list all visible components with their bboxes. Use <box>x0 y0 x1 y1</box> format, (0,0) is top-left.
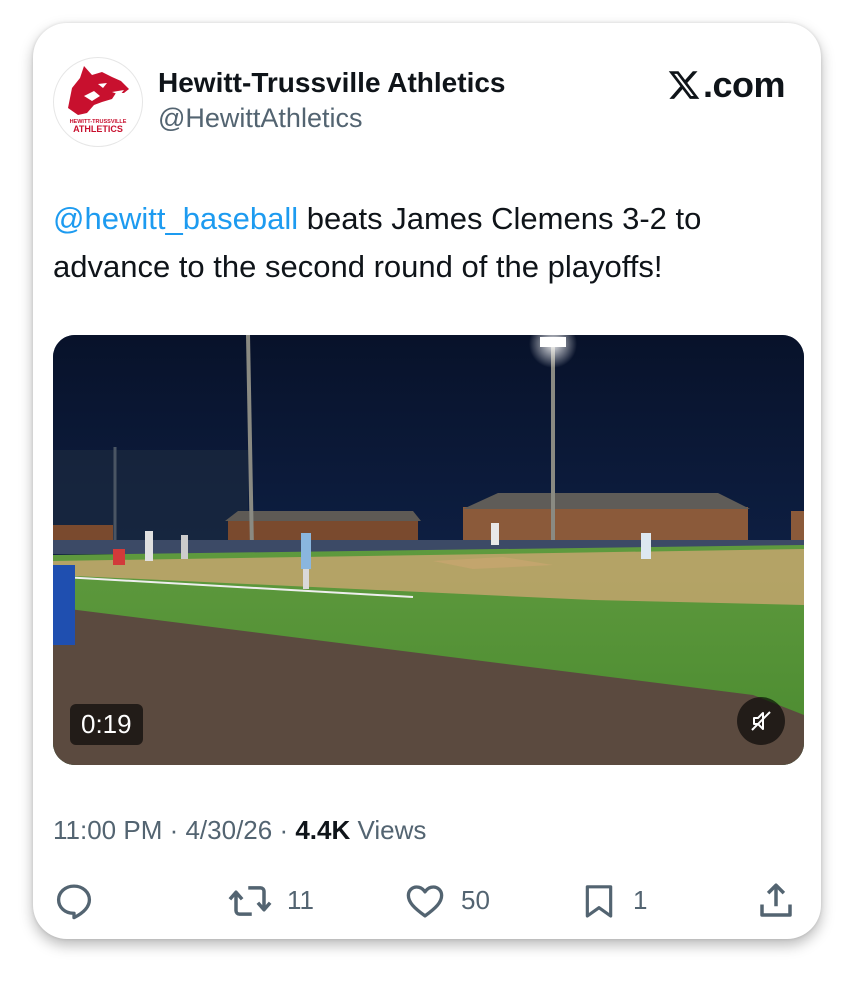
share-icon <box>760 883 792 917</box>
action-bar: 11 50 1 <box>53 878 801 923</box>
like-button[interactable]: 50 <box>403 878 490 923</box>
reply-icon <box>56 883 92 919</box>
meta-separator: · <box>272 815 296 845</box>
speaker-muted-icon <box>751 711 771 731</box>
retweet-count: 11 <box>287 885 314 915</box>
svg-text:ATHLETICS: ATHLETICS <box>73 124 123 134</box>
mention-link[interactable]: @hewitt_baseball <box>53 201 298 236</box>
tweet-meta: 11:00 PM · 4/30/26 · 4.4K Views <box>53 815 426 846</box>
heart-icon <box>406 884 444 918</box>
retweet-icon <box>228 885 272 916</box>
x-logo-icon <box>668 71 700 99</box>
tweet-text: @hewitt_baseball beats James Clemens 3-2… <box>53 195 798 291</box>
display-name[interactable]: Hewitt-Trussville Athletics <box>158 67 506 99</box>
retweet-button[interactable]: 11 <box>227 878 314 923</box>
reply-button[interactable] <box>53 878 95 923</box>
views-count: 4.4K <box>295 815 351 845</box>
video-frame <box>53 335 804 765</box>
video-duration: 0:19 <box>70 704 143 745</box>
bookmark-button[interactable]: 1 <box>579 878 647 923</box>
video-player[interactable]: 0:19 <box>53 335 804 765</box>
avatar[interactable]: HEWITT-TRUSSVILLE ATHLETICS <box>53 57 143 147</box>
tweet-date[interactable]: 4/30/26 <box>185 815 272 845</box>
like-count: 50 <box>461 885 490 915</box>
tweet-card: HEWITT-TRUSSVILLE ATHLETICS Hewitt-Truss… <box>33 23 821 939</box>
husky-logo-icon: HEWITT-TRUSSVILLE ATHLETICS <box>68 66 129 134</box>
brand-label: .com <box>702 64 786 105</box>
views-label: Views <box>350 815 427 845</box>
bookmark-icon <box>585 884 613 918</box>
x-com-logo[interactable]: .com <box>666 63 786 107</box>
bookmark-count: 1 <box>633 885 648 915</box>
tweet-time[interactable]: 11:00 PM <box>53 815 162 845</box>
meta-separator: · <box>162 815 186 845</box>
share-button[interactable] <box>755 878 797 923</box>
mute-button[interactable] <box>737 697 785 745</box>
account-handle[interactable]: @HewittAthletics <box>158 103 362 134</box>
